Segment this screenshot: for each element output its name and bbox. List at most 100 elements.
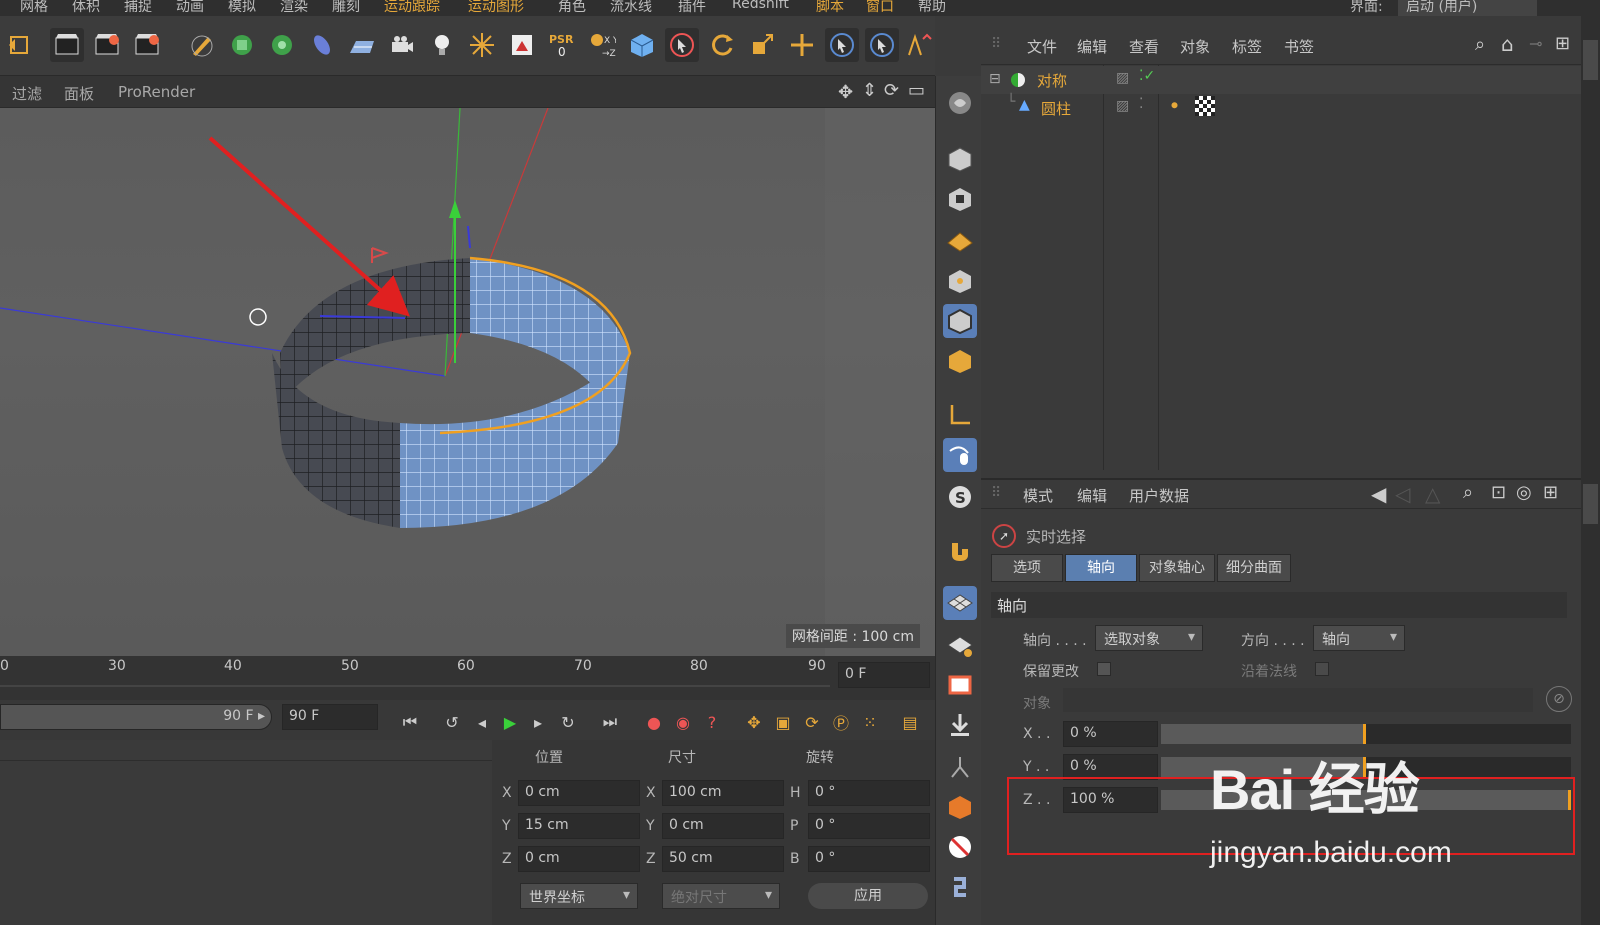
end-frame-slider[interactable]: 90 F ▸	[0, 704, 272, 730]
viewport-menu-panel[interactable]: 面板	[64, 83, 94, 104]
uvw-tag-icon[interactable]	[1195, 96, 1215, 116]
end-frame-field[interactable]: 90 F	[282, 704, 378, 730]
undo-icon[interactable]	[2, 28, 36, 62]
menu-mesh[interactable]: 网格	[20, 0, 48, 16]
edges-mode-icon[interactable]	[943, 304, 977, 338]
next-frame-icon[interactable]: ▸	[526, 710, 550, 734]
go-start-icon[interactable]: ⏮	[398, 710, 422, 734]
render-view-icon[interactable]	[50, 28, 84, 62]
play-icon[interactable]: ▶	[498, 710, 522, 734]
deformer-icon[interactable]	[305, 28, 339, 62]
rot-p-field[interactable]: 0 °	[808, 813, 930, 839]
key-pla-icon[interactable]: ⁙	[858, 710, 882, 734]
rect-select-icon[interactable]	[865, 28, 899, 62]
coord-mode-dropdown[interactable]: 世界坐标	[520, 883, 638, 909]
workplane-mode-icon[interactable]	[943, 222, 977, 256]
x-slider[interactable]	[1161, 724, 1571, 744]
section-header[interactable]: 轴向	[991, 592, 1567, 618]
menu-volume[interactable]: 体积	[72, 0, 100, 16]
polygons-mode-icon[interactable]	[943, 344, 977, 378]
new-panel-icon[interactable]: ⊞	[1555, 33, 1570, 54]
effector-icon[interactable]	[465, 28, 499, 62]
arrow-icon[interactable]: ⊸	[1529, 34, 1542, 53]
generator-icon[interactable]	[265, 28, 299, 62]
menu-script[interactable]: 脚本	[816, 0, 844, 16]
pos-y-field[interactable]: 15 cm	[518, 813, 640, 839]
lock-icon[interactable]: ⊡	[1491, 482, 1506, 503]
size-y-field[interactable]: 0 cm	[662, 813, 784, 839]
up-arrow-icon[interactable]: △	[1425, 482, 1440, 506]
menu-render[interactable]: 渲染	[280, 0, 308, 16]
menu-snap[interactable]: 捕捉	[124, 0, 152, 16]
pan-view-icon[interactable]: ✥	[838, 82, 853, 103]
size-x-field[interactable]: 100 cm	[662, 780, 784, 806]
rot-b-field[interactable]: 0 °	[808, 846, 930, 872]
viewport-menu-prorender[interactable]: ProRender	[118, 83, 195, 101]
prev-key-icon[interactable]: ↺	[440, 710, 464, 734]
size-mode-dropdown[interactable]: 绝对尺寸	[662, 883, 780, 909]
axis-lock-icon[interactable]: X Y →Z	[585, 28, 619, 62]
tab-subdivision[interactable]: 细分曲面	[1217, 554, 1291, 582]
live-select-icon[interactable]	[665, 28, 699, 62]
no-entry-icon[interactable]	[943, 830, 977, 864]
snap-icon[interactable]	[943, 534, 977, 568]
target-icon[interactable]: ◎	[1516, 482, 1532, 503]
key-position-icon[interactable]: ✥	[742, 710, 766, 734]
expand-toggle[interactable]: ⊟	[989, 71, 1001, 87]
pick-object-icon[interactable]: ⊘	[1546, 686, 1572, 712]
floor-icon[interactable]	[345, 28, 379, 62]
current-frame-field[interactable]: 0 F	[838, 662, 930, 688]
enabled-check-icon[interactable]: ⁚✓	[1139, 68, 1155, 84]
texture-mode-icon[interactable]	[943, 182, 977, 216]
pen-icon[interactable]	[185, 28, 219, 62]
home-icon[interactable]: ⌂	[1501, 32, 1514, 56]
python-icon[interactable]	[943, 870, 977, 904]
x-field[interactable]: 0 %	[1063, 721, 1158, 747]
light-icon[interactable]	[425, 28, 459, 62]
direction-dropdown[interactable]: 轴向	[1313, 625, 1405, 651]
points-mode-icon[interactable]	[943, 264, 977, 298]
render-settings-icon[interactable]	[130, 28, 164, 62]
menu-redshift[interactable]: Redshift	[732, 0, 789, 12]
camera-icon[interactable]	[385, 28, 419, 62]
select-arrow-icon[interactable]	[825, 28, 859, 62]
om-menu-view[interactable]: 查看	[1129, 36, 1159, 57]
menu-help[interactable]: 帮助	[918, 0, 946, 16]
visibility-dots[interactable]: ⁚	[1139, 96, 1143, 112]
am-menu-mode[interactable]: 模式	[1023, 485, 1053, 506]
key-param-icon[interactable]: Ⓟ	[829, 710, 853, 734]
rotate-icon[interactable]	[705, 28, 739, 62]
forward-arrow-icon[interactable]: ◁	[1395, 482, 1410, 506]
tab-axis[interactable]: 轴向	[1065, 554, 1137, 582]
layer-icon[interactable]: ▨	[1116, 70, 1129, 86]
scale-icon[interactable]	[745, 28, 779, 62]
solo-icon[interactable]: S	[943, 480, 977, 514]
keep-changes-checkbox[interactable]	[1097, 662, 1111, 676]
menu-animate[interactable]: 动画	[176, 0, 204, 16]
pos-z-field[interactable]: 0 cm	[518, 846, 640, 872]
tab-options[interactable]: 选项	[991, 554, 1063, 582]
render-to-picture-viewer-icon[interactable]	[90, 28, 124, 62]
object-row-cylinder[interactable]: └ ▲ 圆柱 ▨ ⁚ ⦁	[981, 94, 1581, 122]
side-tab-objects[interactable]	[1583, 40, 1598, 80]
side-tab-attributes[interactable]	[1583, 484, 1598, 524]
om-menu-object[interactable]: 对象	[1180, 36, 1210, 57]
grid-snap-icon[interactable]	[943, 586, 977, 620]
am-menu-userdata[interactable]: 用户数据	[1129, 485, 1189, 506]
rot-h-field[interactable]: 0 °	[808, 780, 930, 806]
character-icon[interactable]	[943, 750, 977, 784]
om-menu-bookmarks[interactable]: 书签	[1284, 36, 1314, 57]
make-editable-icon[interactable]	[943, 86, 977, 120]
timeline-menu-icon[interactable]: ▤	[898, 710, 922, 734]
am-menu-edit[interactable]: 编辑	[1077, 485, 1107, 506]
object-mode-icon[interactable]	[625, 28, 659, 62]
om-menu-tags[interactable]: 标签	[1232, 36, 1262, 57]
key-rotation-icon[interactable]: ⟳	[800, 710, 824, 734]
search-icon[interactable]: ⌕	[1475, 34, 1485, 55]
picture-icon[interactable]	[505, 28, 539, 62]
key-scale-icon[interactable]: ▣	[771, 710, 795, 734]
timeline[interactable]: 0 30 40 50 60 70 80 90 0 F	[0, 656, 935, 700]
maximize-view-icon[interactable]: ▭	[908, 80, 925, 101]
size-z-field[interactable]: 50 cm	[662, 846, 784, 872]
move-icon[interactable]	[785, 28, 819, 62]
